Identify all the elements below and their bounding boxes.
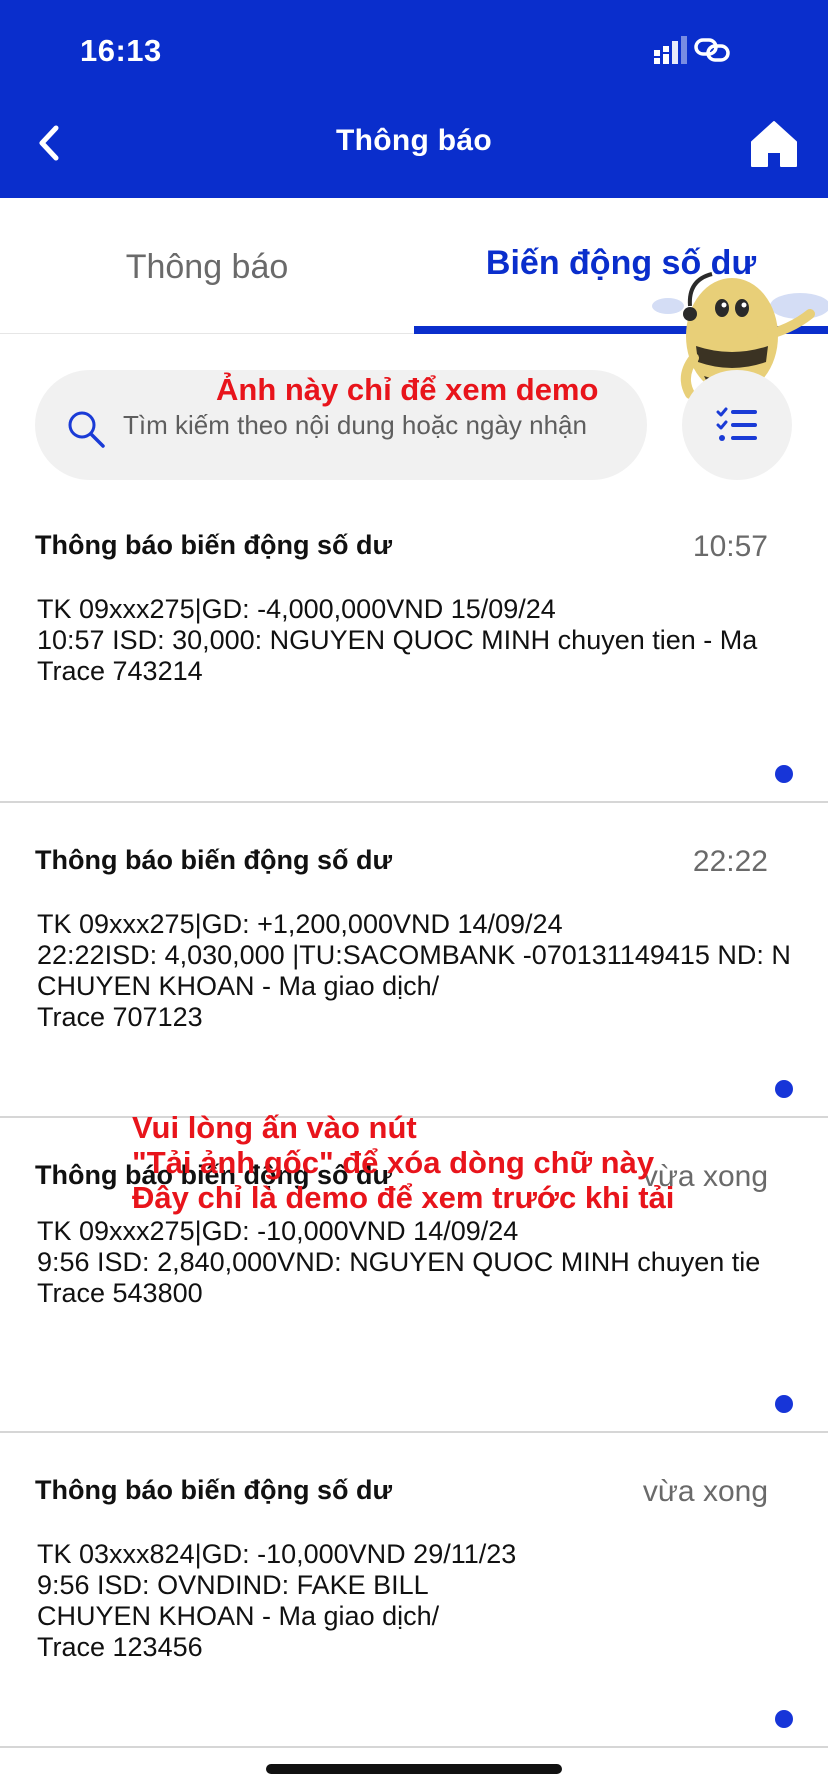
- notification-time: vừa xong: [642, 1160, 768, 1193]
- notification-body: TK 09xxx275|GD: -4,000,000VND 15/09/24 1…: [37, 594, 758, 686]
- tab-notifications[interactable]: Thông báo: [0, 198, 414, 334]
- home-button[interactable]: [748, 118, 800, 170]
- notification-title: Thông báo biến động số dư: [35, 1160, 392, 1190]
- page-title: Thông báo: [336, 124, 492, 157]
- unread-dot: [775, 1395, 793, 1413]
- search-bar[interactable]: [35, 370, 647, 480]
- unread-dot: [775, 765, 793, 783]
- home-indicator: [266, 1764, 562, 1774]
- status-time: 16:13: [80, 33, 162, 68]
- notification-time: 10:57: [692, 530, 768, 563]
- home-icon: [751, 121, 797, 167]
- notification-body: TK 09xxx275|GD: -10,000VND 14/09/24 9:56…: [37, 1216, 761, 1308]
- notification-body: TK 09xxx275|GD: +1,200,000VND 14/09/24 2…: [37, 909, 791, 1032]
- notification-title: Thông báo biến động số dư: [35, 845, 392, 875]
- notification-time: 22:22: [692, 845, 768, 878]
- notification-item[interactable]: Thông báo biến động số dư 22:22 TK 09xxx…: [0, 805, 828, 1118]
- unread-dot: [775, 1080, 793, 1098]
- signal-icon: [654, 36, 730, 64]
- notification-title: Thông báo biến động số dư: [35, 1475, 392, 1505]
- notification-title: Thông báo biến động số dư: [35, 530, 392, 560]
- notification-item[interactable]: Thông báo biến động số dư vừa xong TK 09…: [0, 1120, 828, 1433]
- filter-button[interactable]: [682, 370, 792, 480]
- search-icon: [68, 411, 105, 448]
- app-header: 16:13 Thông báo: [0, 0, 828, 198]
- notification-time: vừa xong: [642, 1475, 768, 1508]
- notification-item[interactable]: Thông báo biến động số dư vừa xong TK 03…: [0, 1435, 828, 1748]
- unread-dot: [775, 1710, 793, 1728]
- link-icon: [694, 38, 730, 62]
- notification-item[interactable]: Thông báo biến động số dư 10:57 TK 09xxx…: [0, 490, 828, 803]
- notification-body: TK 03xxx824|GD: -10,000VND 29/11/23 9:56…: [37, 1539, 517, 1662]
- search-input[interactable]: [123, 370, 633, 480]
- filter-list-icon: [716, 407, 757, 441]
